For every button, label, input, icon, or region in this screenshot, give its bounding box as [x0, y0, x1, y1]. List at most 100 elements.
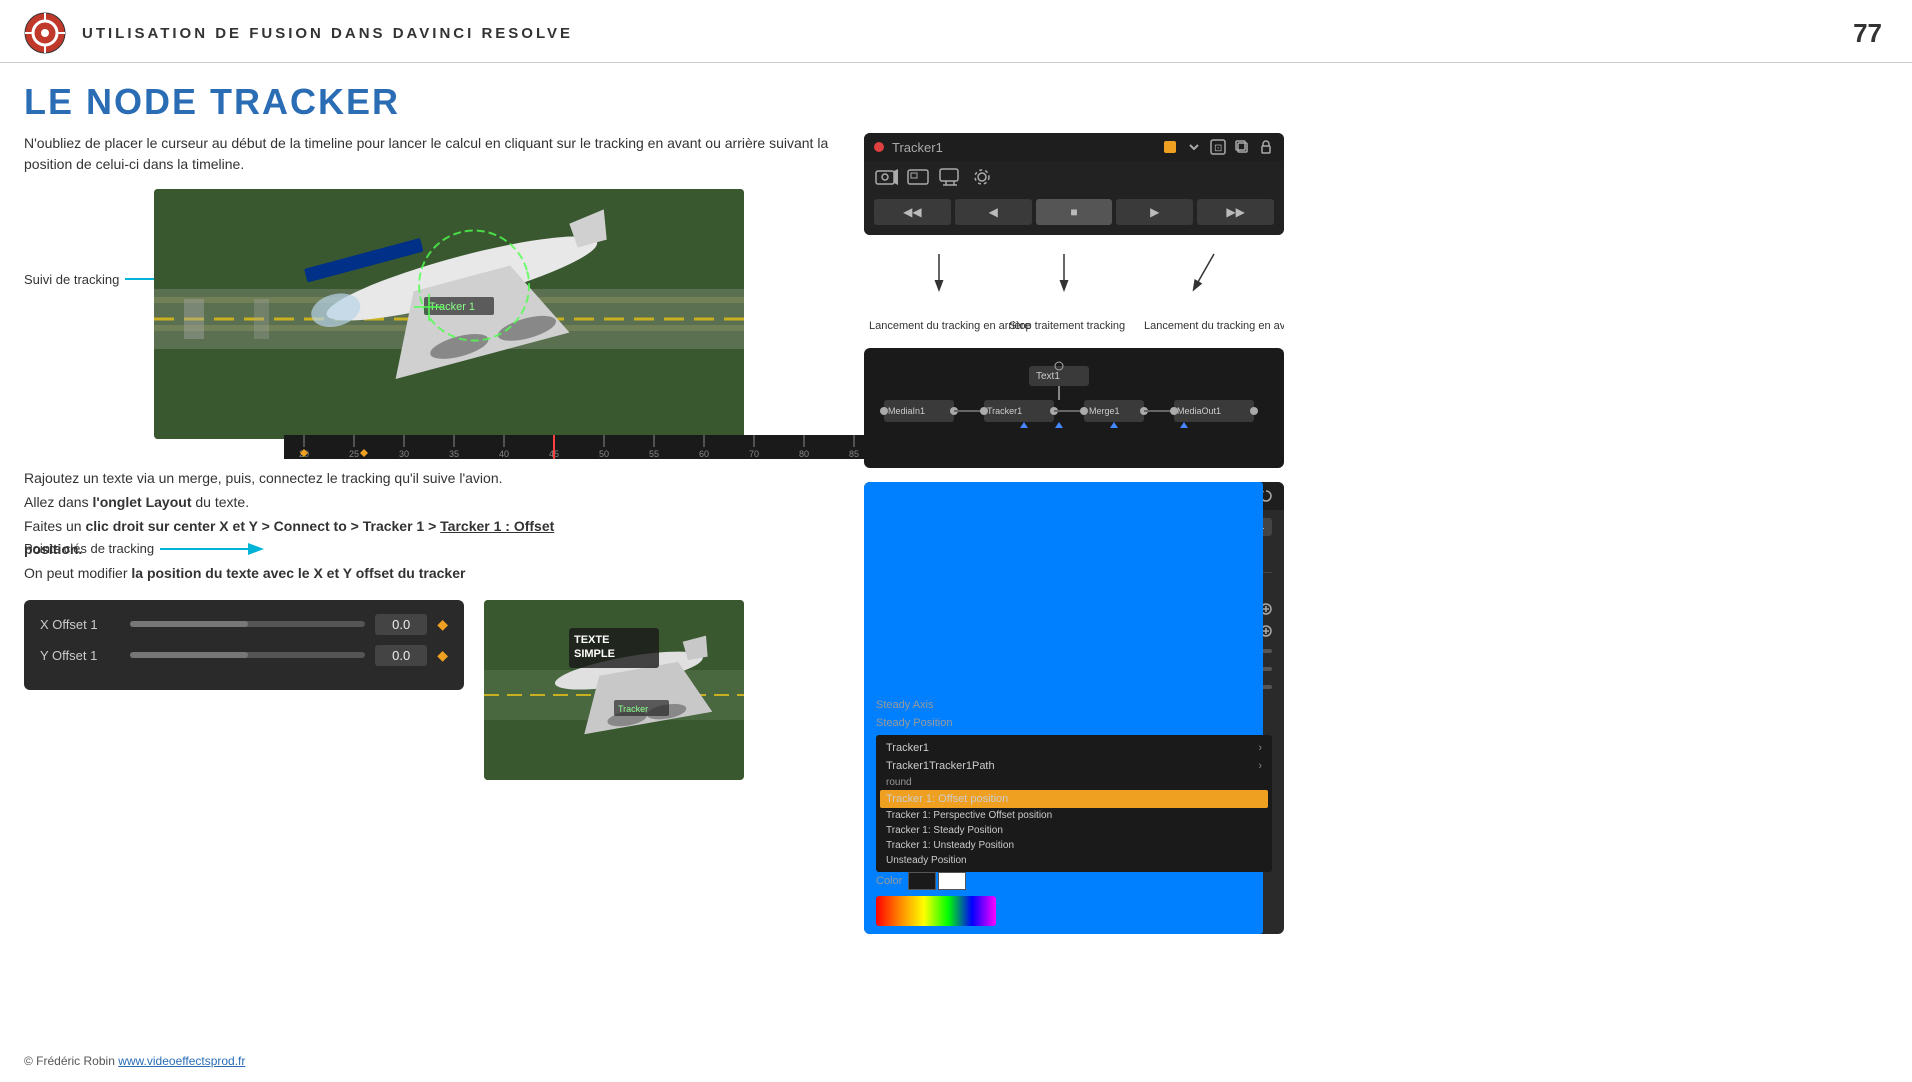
davinci-logo — [24, 12, 66, 54]
tracker1-arrow: › — [1258, 742, 1262, 754]
right-column: Tracker1 ⊡ ◀◀ ◀ ■ ▶ ▶▶ — [864, 133, 1284, 934]
svg-text:SIMPLE: SIMPLE — [574, 648, 615, 660]
transport-fwd-end[interactable]: ▶▶ — [1197, 199, 1274, 225]
y-offset-diamond[interactable]: ◆ — [437, 647, 448, 664]
node-flow-svg: Text1 MediaIn1 Tracker1 — [874, 358, 1274, 458]
y-offset-label: Y Offset 1 — [40, 648, 120, 663]
svg-text:25: 25 — [349, 449, 359, 459]
main-title: LE NODE TRACKER — [0, 63, 1912, 133]
text-line-3: Faites un clic droit sur center X et Y >… — [24, 515, 844, 539]
x-offset-diamond[interactable]: ◆ — [437, 616, 448, 633]
svg-text:Text1: Text1 — [1036, 371, 1060, 382]
y-offset-row: Y Offset 1 0.0 ◆ — [40, 645, 448, 666]
tracker1-controls — [864, 161, 1284, 193]
middle-text: Rajoutez un texte via un merge, puis, co… — [24, 467, 844, 586]
points-arrow — [160, 539, 280, 559]
tracker-annotations: Lancement du tracking en arrière Stop tr… — [864, 249, 1284, 334]
unsteady-item[interactable]: Tracker 1: Unsteady Position — [880, 838, 1268, 853]
x-offset-row: X Offset 1 0.0 ◆ — [40, 614, 448, 635]
svg-text:35: 35 — [449, 449, 459, 459]
y-offset-value: 0.0 — [375, 645, 427, 666]
tracker1path-arrow: › — [1258, 760, 1262, 772]
tracker1-header: Tracker1 ⊡ — [864, 133, 1284, 161]
left-properties: Steady Axis Steady Position Tracker1 › — [876, 699, 1272, 926]
transport-back1[interactable]: ◀ — [955, 199, 1032, 225]
left-column: N'oubliez de placer le curseur au début … — [24, 133, 844, 934]
y-offset-slider[interactable] — [130, 652, 365, 658]
text1-panel: Text1 Global In/Out 0 95 — [864, 482, 1284, 934]
svg-text:⊡: ⊡ — [1214, 143, 1222, 154]
tracker-gear-icon[interactable] — [970, 167, 994, 187]
lower-properties: Steady Axis Steady Position Tracker1 › — [876, 699, 1272, 926]
aerial-svg: Tracker 1 — [154, 189, 744, 439]
transport-stop[interactable]: ■ — [1036, 199, 1113, 225]
unsteady-pos-item[interactable]: Unsteady Position — [880, 853, 1268, 868]
color-label: Color — [876, 875, 902, 887]
color-picker[interactable] — [876, 896, 996, 926]
svg-text:Tracker: Tracker — [618, 704, 648, 714]
text1-body: Global In/Out 0 95 94 T ⊞ ⊡ ✏ — [864, 510, 1284, 934]
points-label: Points clés de tracking — [24, 540, 154, 558]
svg-text:Tracker1: Tracker1 — [987, 406, 1022, 416]
text-line-1: Rajoutez un texte via un merge, puis, co… — [24, 467, 844, 491]
svg-text:70: 70 — [749, 449, 759, 459]
footer-link[interactable]: www.videoeffectsprod.fr — [118, 1054, 245, 1068]
text-line-2: Allez dans l'onglet Layout du texte. — [24, 491, 844, 515]
svg-text:MediaIn1: MediaIn1 — [888, 406, 925, 416]
x-offset-slider[interactable] — [130, 621, 365, 627]
perspective-offset-item[interactable]: Tracker 1: Perspective Offset position — [880, 808, 1268, 823]
color-white[interactable] — [938, 872, 966, 890]
tracker1-item[interactable]: Tracker1 › — [880, 739, 1268, 757]
text-line-5: On peut modifier la position du texte av… — [24, 562, 844, 586]
footer-copyright: © Frédéric Robin — [24, 1054, 118, 1068]
suivi-label: Suivi de tracking — [24, 272, 119, 287]
footer: © Frédéric Robin www.videoeffectsprod.fr — [24, 1054, 245, 1068]
svg-text:85: 85 — [849, 449, 859, 459]
tracker-frame-icon[interactable] — [906, 167, 930, 187]
steady-axis-row: Steady Axis — [876, 699, 1272, 711]
intro-text: N'oubliez de placer le curseur au début … — [24, 133, 844, 175]
round-label: round — [880, 775, 1268, 790]
svg-text:30: 30 — [399, 449, 409, 459]
tracker1path-item[interactable]: Tracker1Tracker1Path › — [880, 757, 1268, 775]
transport-rewind[interactable]: ◀◀ — [874, 199, 951, 225]
transport-fwd1[interactable]: ▶ — [1116, 199, 1193, 225]
svg-text:Lancement du tracking en avant: Lancement du tracking en avant — [1144, 320, 1284, 332]
svg-text:TEXTE: TEXTE — [574, 634, 609, 646]
global-inout: Global In/Out 0 95 94 — [876, 518, 1272, 536]
tracker-copy-icon[interactable] — [1234, 139, 1250, 155]
color-black[interactable] — [908, 872, 936, 890]
header-title: UTILISATION DE FUSION DANS DAVINCI RESOL… — [82, 25, 573, 42]
svg-text:60: 60 — [699, 449, 709, 459]
content-area: N'oubliez de placer le curseur au début … — [0, 133, 1912, 934]
steady-axis-label: Steady Axis — [876, 699, 933, 711]
tracking-image2-svg: TEXTE SIMPLE Tracker — [484, 600, 744, 780]
tracker-annotation-svg: Lancement du tracking en arrière Stop tr… — [864, 249, 1284, 334]
color-row: Color — [876, 872, 1272, 890]
tracker1-transport: ◀◀ ◀ ■ ▶ ▶▶ — [864, 193, 1284, 235]
airplane-image: Tracker 1 — [154, 189, 744, 439]
offset-panel: X Offset 1 0.0 ◆ Y Offset 1 0.0 ◆ — [24, 600, 464, 690]
offset-position-item[interactable]: Tracker 1: Offset position — [880, 790, 1268, 808]
tracker-display-icon[interactable] — [938, 167, 962, 187]
tracker-camera-icon[interactable] — [874, 167, 898, 187]
tracker-settings-icon[interactable]: ⊡ — [1210, 139, 1226, 155]
tracker-color-icon[interactable] — [1162, 139, 1178, 155]
x-offset-label: X Offset 1 — [40, 617, 120, 632]
tracker1-ui: Tracker1 ⊡ ◀◀ ◀ ■ ▶ ▶▶ — [864, 133, 1284, 235]
svg-text:Lancement du tracking en arriè: Lancement du tracking en arrière — [869, 320, 1030, 332]
timeline-strip: 20 25 30 35 40 45 50 55 60 70 80 85 — [284, 435, 874, 459]
bottom-row: X Offset 1 0.0 ◆ Y Offset 1 0.0 ◆ — [24, 600, 844, 780]
gio-bar — [949, 524, 1175, 530]
svg-text:MediaOut1: MediaOut1 — [1177, 406, 1221, 416]
steady-pos2-item[interactable]: Tracker 1: Steady Position — [880, 823, 1268, 838]
tracker1-name: Tracker1 — [892, 140, 1154, 155]
tracker-lock-icon[interactable] — [1258, 139, 1274, 155]
node-flow-panel: Text1 MediaIn1 Tracker1 — [864, 348, 1284, 468]
timeline-svg: 20 25 30 35 40 45 50 55 60 70 80 85 — [284, 435, 874, 459]
page-number: 77 — [1853, 18, 1882, 49]
svg-text:55: 55 — [649, 449, 659, 459]
tracker-chevron-icon[interactable] — [1186, 139, 1202, 155]
x-offset-value: 0.0 — [375, 614, 427, 635]
points-label-container: Points clés de tracking — [24, 539, 280, 559]
